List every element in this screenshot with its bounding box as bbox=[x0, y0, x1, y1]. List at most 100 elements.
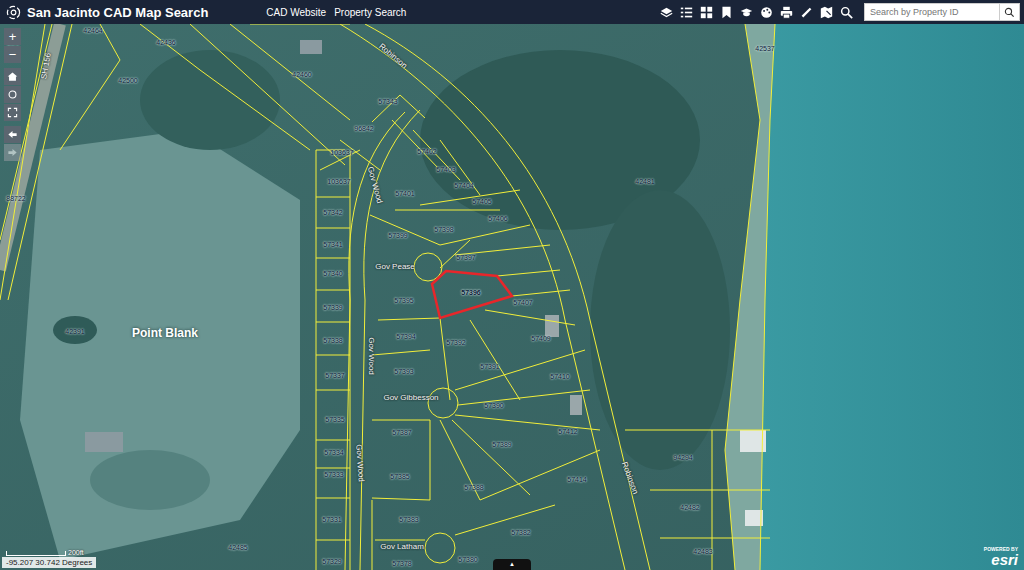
parcel-label[interactable]: 57398 bbox=[434, 226, 453, 233]
parcel-label[interactable]: 57334 bbox=[324, 449, 343, 456]
parcel-label[interactable]: 57391 bbox=[480, 363, 499, 370]
parcel-label[interactable]: 57389 bbox=[492, 441, 511, 448]
parcel-label[interactable]: 42460 bbox=[292, 71, 311, 78]
parcel-label[interactable]: 42481 bbox=[635, 178, 654, 185]
parcel-label[interactable]: 57387 bbox=[392, 429, 411, 436]
parcel-label[interactable]: 57393 bbox=[394, 368, 413, 375]
parcel-label[interactable]: 57399 bbox=[388, 232, 407, 239]
parcel-label[interactable]: 57335 bbox=[325, 416, 344, 423]
search-input[interactable] bbox=[864, 3, 1000, 21]
basemap-grid-icon[interactable] bbox=[700, 6, 713, 19]
query-icon[interactable] bbox=[840, 6, 853, 19]
header-bar: San Jacinto CAD Map Search CAD Website Pr… bbox=[0, 0, 1024, 24]
layers-icon[interactable] bbox=[660, 6, 673, 19]
map-view[interactable]: 4246442436504425374250042460573439684210… bbox=[0, 24, 1024, 570]
parcel-label[interactable]: 57333 bbox=[324, 471, 343, 478]
aerial-map bbox=[0, 24, 1024, 570]
parcel-label[interactable]: 57382 bbox=[511, 529, 530, 536]
parcel-label[interactable]: 57383 bbox=[399, 516, 418, 523]
parcel-label[interactable]: 57390 bbox=[484, 402, 503, 409]
parcel-label[interactable]: 42464 bbox=[83, 27, 102, 34]
brand: San Jacinto CAD Map Search bbox=[6, 5, 208, 20]
street-label: Gov Wood bbox=[367, 337, 376, 375]
logo-icon bbox=[6, 5, 21, 20]
scale-label: 200ft bbox=[68, 549, 84, 556]
back-button[interactable] bbox=[4, 126, 21, 143]
parcel-label[interactable]: 96842 bbox=[354, 125, 373, 132]
parcel-label[interactable]: 57409 bbox=[531, 335, 550, 342]
parcel-label[interactable]: 57404 bbox=[454, 182, 473, 189]
home-icon bbox=[7, 71, 18, 82]
header-link[interactable]: Property Search bbox=[334, 7, 406, 18]
parcel-label[interactable]: 57396 bbox=[461, 289, 480, 296]
parcel-label[interactable]: 57380 bbox=[458, 556, 477, 563]
parcel-label[interactable]: 42436 bbox=[156, 39, 175, 46]
parcel-label[interactable]: 42483 bbox=[693, 548, 712, 555]
search-button[interactable] bbox=[1000, 3, 1020, 21]
esri-attribution: POWERED BY esri bbox=[984, 547, 1018, 567]
parcel-label[interactable]: 103637 bbox=[327, 178, 350, 185]
print-icon[interactable] bbox=[780, 6, 793, 19]
home-button[interactable] bbox=[4, 68, 21, 85]
locate-icon bbox=[7, 89, 18, 100]
parcel-label[interactable]: 94294 bbox=[673, 454, 692, 461]
street-label: Gov Pease bbox=[375, 262, 415, 271]
parcel-label[interactable]: 103637 bbox=[330, 149, 353, 156]
header-links: CAD Website Property Search bbox=[266, 7, 406, 18]
selected-parcel-outline[interactable] bbox=[432, 271, 512, 318]
street-label: Gov Gibbesson bbox=[383, 393, 438, 402]
arrow-right-icon bbox=[7, 147, 18, 158]
parcel-label[interactable]: 57388 bbox=[464, 484, 483, 491]
parcel-label[interactable]: 57397 bbox=[456, 254, 475, 261]
parcel-label[interactable]: 57403 bbox=[436, 166, 455, 173]
parcel-label[interactable]: 57340 bbox=[323, 270, 342, 277]
locate-button[interactable] bbox=[4, 86, 21, 103]
parcel-label[interactable]: 57385 bbox=[390, 473, 409, 480]
parcel-label[interactable]: 57406 bbox=[488, 215, 507, 222]
search-box bbox=[864, 3, 1020, 21]
parcel-label[interactable]: 57394 bbox=[396, 333, 415, 340]
coordinates-readout: -95.207 30.742 Degrees bbox=[2, 557, 96, 568]
parcel-label[interactable]: 57402 bbox=[417, 148, 436, 155]
parcel-label[interactable]: 57401 bbox=[395, 190, 414, 197]
full-extent-button[interactable] bbox=[4, 104, 21, 121]
header-link[interactable]: CAD Website bbox=[266, 7, 326, 18]
bookmark-icon[interactable] bbox=[720, 6, 733, 19]
parcel-label[interactable]: 57412 bbox=[558, 428, 577, 435]
forward-button[interactable] bbox=[4, 144, 21, 161]
extent-icon bbox=[7, 107, 18, 118]
parcel-label[interactable]: 42391 bbox=[65, 328, 84, 335]
parcel-label[interactable]: 57342 bbox=[323, 209, 342, 216]
parcel-label[interactable]: 57331 bbox=[322, 516, 341, 523]
parcel-label[interactable]: 88722 bbox=[6, 195, 25, 202]
parcel-label[interactable]: 57405 bbox=[472, 198, 491, 205]
arrow-left-icon bbox=[7, 129, 18, 140]
parcel-label[interactable]: 42482 bbox=[680, 504, 699, 511]
parcel-label[interactable]: 57338 bbox=[323, 337, 342, 344]
zoom-in-button[interactable]: + bbox=[4, 28, 21, 45]
parcel-label[interactable]: 57414 bbox=[567, 476, 586, 483]
parcel-label[interactable]: 57329 bbox=[322, 558, 341, 565]
education-cap-icon[interactable] bbox=[740, 6, 753, 19]
zoom-out-button[interactable]: − bbox=[4, 46, 21, 63]
place-label: Point Blank bbox=[132, 326, 198, 340]
parcel-label[interactable]: 57343 bbox=[378, 98, 397, 105]
parcel-label[interactable]: 42500 bbox=[118, 77, 137, 84]
map-controls: + − bbox=[4, 28, 21, 161]
legend-list-icon[interactable] bbox=[680, 6, 693, 19]
toolbar bbox=[660, 3, 1020, 21]
parcel-label[interactable]: 57407 bbox=[513, 299, 532, 306]
measure-icon[interactable] bbox=[800, 6, 813, 19]
parcel-label[interactable]: 42485 bbox=[228, 544, 247, 551]
parcel-label[interactable]: 57410 bbox=[550, 373, 569, 380]
parcel-label[interactable]: 42537 bbox=[755, 45, 774, 52]
panel-toggle[interactable]: ▲ bbox=[493, 559, 531, 570]
parcel-label[interactable]: 57392 bbox=[446, 339, 465, 346]
palette-icon[interactable] bbox=[760, 6, 773, 19]
parcel-label[interactable]: 57337 bbox=[325, 372, 344, 379]
parcel-label[interactable]: 57395 bbox=[394, 297, 413, 304]
parcel-label[interactable]: 57341 bbox=[323, 241, 342, 248]
select-map-icon[interactable] bbox=[820, 6, 833, 19]
parcel-label[interactable]: 57378 bbox=[392, 560, 411, 567]
parcel-label[interactable]: 57339 bbox=[323, 304, 342, 311]
